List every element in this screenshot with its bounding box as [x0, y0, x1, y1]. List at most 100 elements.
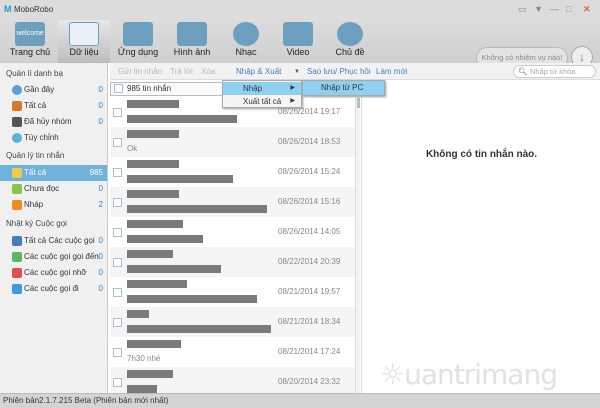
- sidebar-item-all-calls[interactable]: Tất cả Các cuộc gọi 0: [0, 233, 107, 249]
- message-date: 08/26/2014 14:05: [278, 227, 341, 236]
- message-row[interactable]: 08/26/2014 15:24: [110, 157, 355, 187]
- item-count: 2: [98, 200, 103, 209]
- row-checkbox[interactable]: [113, 138, 122, 147]
- sidebar-item-unread[interactable]: Chưa đọc 0: [0, 181, 107, 197]
- tab-home[interactable]: welcome Trang chủ: [4, 20, 56, 63]
- sidebar-item-all-messages[interactable]: Tất cả 985: [0, 165, 107, 181]
- item-label: Tất cả: [24, 101, 47, 110]
- sidebar-item-ungrouped[interactable]: Đã hủy nhóm 0: [0, 114, 107, 130]
- message-row[interactable]: 08/22/2014 20:39: [110, 247, 355, 277]
- row-checkbox[interactable]: [113, 108, 122, 117]
- empty-message: Không có tin nhắn nào.: [425, 149, 538, 160]
- row-checkbox[interactable]: [113, 378, 122, 387]
- message-row[interactable]: 08/21/2014 19:57: [110, 277, 355, 307]
- search-input[interactable]: 🔍︎ Nhập từ khóa: [513, 65, 596, 78]
- sidebar-item-recent[interactable]: Gần đây 0: [0, 82, 107, 98]
- message-date: 08/26/2014 18:53: [278, 137, 341, 146]
- close-button[interactable]: ✕: [583, 4, 591, 15]
- contact-icon: [12, 85, 22, 95]
- tab-label: Video: [286, 47, 310, 57]
- menu-item-import-from-pc[interactable]: Nhập từ PC: [302, 80, 385, 96]
- redacted-message-preview: [127, 265, 221, 273]
- redacted-contact-name: [127, 370, 173, 378]
- chevron-down-icon[interactable]: ▼: [294, 69, 300, 75]
- row-checkbox[interactable]: [113, 288, 122, 297]
- sidebar-item-all-contacts[interactable]: Tất cả 0: [0, 98, 107, 114]
- tab-label: Nhạc: [235, 47, 257, 57]
- redacted-message-preview: [127, 295, 257, 303]
- tab-label: Ứng dụng: [117, 47, 159, 57]
- apps-icon: [123, 22, 153, 46]
- message-row[interactable]: 08/26/2014 14:05: [110, 217, 355, 247]
- message-preview: Ok: [127, 144, 138, 153]
- message-row[interactable]: 08/26/2014 15:16: [110, 187, 355, 217]
- row-checkbox[interactable]: [113, 228, 122, 237]
- app-logo-icon: M: [4, 4, 12, 14]
- redacted-message-preview: [127, 325, 271, 333]
- status-bar: Phiên bản2.1.7.215 Beta (Phiên bản mới n…: [0, 393, 600, 408]
- backup-restore-button[interactable]: Sao lưu/ Phục hồi: [307, 67, 371, 76]
- menu-item-export-all[interactable]: Xuất tất cả ▶: [223, 95, 301, 108]
- item-count: 0: [98, 252, 103, 261]
- row-checkbox[interactable]: [113, 318, 122, 327]
- search-placeholder: Nhập từ khóa: [530, 67, 576, 76]
- select-all-checkbox[interactable]: [114, 84, 123, 93]
- tab-images[interactable]: Hình ảnh: [166, 20, 218, 63]
- main-toolbar: welcome Trang chủ Dữ liệu Ứng dụng Hình ả…: [0, 20, 600, 69]
- menu-item-import[interactable]: Nhập ▶: [223, 82, 301, 95]
- message-row[interactable]: 08/21/2014 18:34: [110, 307, 355, 337]
- send-message-button[interactable]: Gửi tin nhắn: [118, 67, 162, 76]
- row-checkbox[interactable]: [113, 258, 122, 267]
- item-label: Tùy chỉnh: [24, 133, 59, 142]
- item-label: Các cuộc gọi nhỡ: [24, 268, 87, 277]
- tab-label: Hình ảnh: [173, 47, 211, 57]
- sidebar-item-incoming-calls[interactable]: Các cuộc gọi gọi đến 0: [0, 249, 107, 265]
- import-export-menu: Nhập ▶ Xuất tất cả ▶: [222, 80, 302, 108]
- phone-icon: [12, 236, 22, 246]
- scrollbar-thumb[interactable]: [357, 98, 360, 108]
- import-export-button[interactable]: Nhập & Xuất: [236, 67, 281, 76]
- redacted-contact-name: [127, 220, 183, 228]
- message-row[interactable]: 08/20/2014 23:32: [110, 367, 355, 393]
- menu-dropdown-icon[interactable]: ▼: [534, 4, 543, 14]
- row-checkbox[interactable]: [113, 168, 122, 177]
- messages-section-title: Quản lý tin nhắn: [6, 151, 65, 160]
- sidebar-item-custom[interactable]: Tùy chỉnh: [0, 130, 107, 146]
- redacted-contact-name: [127, 250, 173, 258]
- contacts-section-title: Quản lí danh bạ: [6, 69, 63, 78]
- sidebar-item-outgoing-calls[interactable]: Các cuộc gọi đi 0: [0, 281, 107, 297]
- menu-label: Xuất tất cả: [243, 97, 282, 106]
- sidebar-item-drafts[interactable]: Nháp 2: [0, 197, 107, 213]
- minimize-button[interactable]: —: [550, 4, 559, 14]
- tab-themes[interactable]: Chủ đề: [324, 20, 376, 63]
- item-label: Gần đây: [24, 85, 55, 94]
- unread-icon: [12, 184, 22, 194]
- tab-music[interactable]: Nhạc: [220, 20, 272, 63]
- item-count: 985: [89, 168, 103, 177]
- message-row[interactable]: 7h30 nhé 08/21/2014 17:24: [110, 337, 355, 367]
- tab-video[interactable]: Video: [272, 20, 324, 63]
- feedback-icon[interactable]: ▭: [518, 4, 527, 15]
- message-row[interactable]: Ok 08/26/2014 18:53: [110, 127, 355, 157]
- reply-button[interactable]: Trả lời: [170, 67, 193, 76]
- refresh-button[interactable]: Làm mới: [376, 67, 407, 76]
- data-icon: [69, 22, 99, 46]
- row-checkbox[interactable]: [113, 348, 122, 357]
- music-icon: [233, 22, 259, 46]
- tab-apps[interactable]: Ứng dụng: [112, 20, 164, 63]
- group-icon: [12, 133, 22, 143]
- list-scrollbar[interactable]: [355, 80, 360, 393]
- tab-data[interactable]: Dữ liệu: [58, 20, 110, 63]
- item-label: Chưa đọc: [24, 184, 60, 193]
- row-checkbox[interactable]: [113, 198, 122, 207]
- message-date: 08/20/2014 23:32: [278, 377, 341, 386]
- item-count: 0: [98, 85, 103, 94]
- welcome-icon: welcome: [15, 22, 45, 46]
- address-book-icon: [12, 101, 22, 111]
- delete-button[interactable]: Xóa: [201, 67, 215, 76]
- item-count: 0: [98, 184, 103, 193]
- sidebar-item-missed-calls[interactable]: Các cuộc gọi nhỡ 0: [0, 265, 107, 281]
- maximize-button[interactable]: □: [566, 4, 571, 14]
- message-date: 08/22/2014 20:39: [278, 257, 341, 266]
- item-label: Các cuộc gọi đi: [24, 284, 79, 293]
